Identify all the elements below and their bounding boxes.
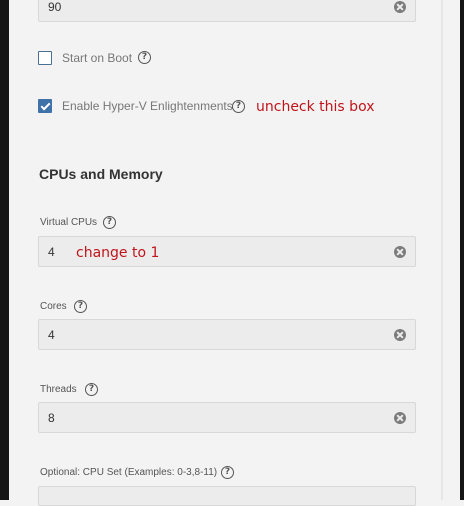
clear-icon[interactable] <box>394 246 406 258</box>
virtual-cpus-label: Virtual CPUs <box>40 217 98 228</box>
threads-value: 8 <box>48 411 55 425</box>
help-icon[interactable]: ? <box>85 383 98 396</box>
clear-icon[interactable] <box>394 412 406 424</box>
annotation-change-to-1: change to 1 <box>76 245 160 261</box>
scrollbar-track[interactable] <box>441 0 443 500</box>
window-frame-left <box>0 0 9 500</box>
clear-icon[interactable] <box>394 329 406 341</box>
section-title-cpus-memory: CPUs and Memory <box>39 166 163 182</box>
help-icon[interactable]: ? <box>138 51 151 64</box>
clear-icon[interactable] <box>394 1 406 13</box>
virtual-cpus-value: 4 <box>48 245 55 259</box>
cores-input[interactable]: 4 <box>38 319 416 350</box>
help-icon[interactable]: ? <box>221 466 234 479</box>
help-icon[interactable]: ? <box>103 216 116 229</box>
threads-input[interactable]: 8 <box>38 402 416 433</box>
hyperv-enlightenments-label: Enable Hyper-V Enlightenments <box>62 99 233 113</box>
timeout-value: 90 <box>48 0 62 14</box>
annotation-uncheck: uncheck this box <box>256 99 375 115</box>
timeout-field[interactable]: 90 <box>38 0 416 22</box>
threads-label: Threads <box>40 384 77 395</box>
cores-value: 4 <box>48 328 55 342</box>
cpu-set-input[interactable] <box>38 486 416 506</box>
hyperv-enlightenments-checkbox[interactable] <box>38 99 52 113</box>
cores-label: Cores <box>40 301 67 312</box>
start-on-boot-checkbox[interactable] <box>38 51 52 65</box>
help-icon[interactable]: ? <box>74 300 87 313</box>
cpu-set-label: Optional: CPU Set (Examples: 0-3,8-11) <box>40 467 218 478</box>
start-on-boot-label: Start on Boot <box>62 51 133 65</box>
window-frame-right <box>460 0 464 500</box>
help-icon[interactable]: ? <box>232 100 245 113</box>
